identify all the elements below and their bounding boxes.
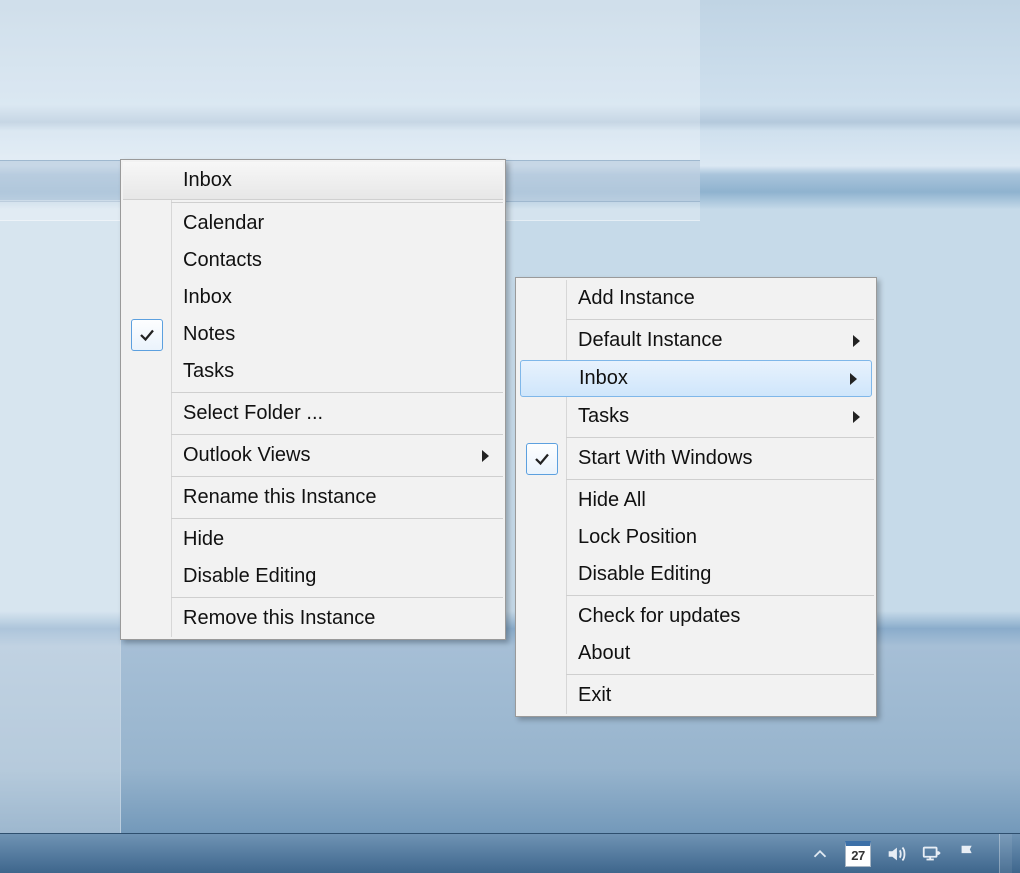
separator (171, 597, 503, 598)
action-center-flag-icon[interactable] (957, 843, 979, 865)
show-desktop-button[interactable] (999, 834, 1012, 873)
separator (171, 476, 503, 477)
menu-item-label: Calendar (183, 212, 264, 234)
menu-item-label: Disable Editing (578, 563, 711, 585)
menu-item-label: About (578, 642, 630, 664)
menu-item-hide[interactable]: Hide (123, 521, 503, 558)
menu-item-label: Inbox (579, 367, 628, 389)
chevron-right-icon (853, 411, 860, 423)
menu-item-label: Hide All (578, 489, 646, 511)
menu-item-start-with-windows[interactable]: Start With Windows (518, 440, 874, 477)
menu-item-about[interactable]: About (518, 635, 874, 672)
menu-item-remove-instance[interactable]: Remove this Instance (123, 600, 503, 637)
taskbar: 27 (0, 833, 1020, 873)
menu-item-label: Select Folder ... (183, 402, 323, 424)
menu-item-inbox-instance[interactable]: Inbox (520, 360, 872, 397)
menu-item-label: Outlook Views (183, 444, 310, 466)
instance-context-menu: Inbox Calendar Contacts Inbox Notes Task… (120, 159, 506, 640)
menu-item-label: Start With Windows (578, 447, 752, 469)
menu-item-calendar[interactable]: Calendar (123, 205, 503, 242)
menu-item-label: Remove this Instance (183, 607, 375, 629)
calendar-tray-icon[interactable]: 27 (845, 841, 871, 867)
show-hidden-icons[interactable] (809, 843, 831, 865)
menu-item-add-instance[interactable]: Add Instance (518, 280, 874, 317)
menu-item-hide-all[interactable]: Hide All (518, 482, 874, 519)
separator (171, 518, 503, 519)
desktop-wallpaper: Inbox Calendar Contacts Inbox Notes Task… (0, 0, 1020, 873)
menu-item-label: Contacts (183, 249, 262, 271)
menu-item-label: Hide (183, 528, 224, 550)
menu-item-rename-instance[interactable]: Rename this Instance (123, 479, 503, 516)
separator (171, 434, 503, 435)
separator (566, 674, 874, 675)
separator (566, 479, 874, 480)
menu-item-label: Check for updates (578, 605, 740, 627)
volume-icon[interactable] (885, 843, 907, 865)
menu-header-inbox: Inbox (123, 162, 503, 200)
menu-item-label: Add Instance (578, 287, 695, 309)
separator (566, 437, 874, 438)
menu-item-label: Rename this Instance (183, 486, 376, 508)
menu-item-notes[interactable]: Notes (123, 316, 503, 353)
menu-item-label: Inbox (183, 286, 232, 308)
menu-item-check-updates[interactable]: Check for updates (518, 598, 874, 635)
tray-context-menu: Add Instance Default Instance Inbox Task… (515, 277, 877, 717)
menu-item-tasks[interactable]: Tasks (123, 353, 503, 390)
menu-item-label: Notes (183, 323, 235, 345)
background-sidebar (0, 200, 121, 840)
menu-item-label: Tasks (578, 405, 629, 427)
menu-item-label: Exit (578, 684, 611, 706)
menu-item-label: Tasks (183, 360, 234, 382)
menu-item-lock-position[interactable]: Lock Position (518, 519, 874, 556)
menu-header-label: Inbox (183, 169, 232, 191)
menu-item-disable-editing[interactable]: Disable Editing (123, 558, 503, 595)
chevron-right-icon (853, 335, 860, 347)
menu-item-label: Disable Editing (183, 565, 316, 587)
check-icon (131, 319, 163, 351)
menu-item-label: Lock Position (578, 526, 697, 548)
separator (566, 319, 874, 320)
menu-item-select-folder[interactable]: Select Folder ... (123, 395, 503, 432)
separator (566, 595, 874, 596)
separator (171, 202, 503, 203)
menu-item-exit[interactable]: Exit (518, 677, 874, 714)
chevron-right-icon (482, 450, 489, 462)
calendar-day-number: 27 (851, 848, 864, 863)
menu-item-disable-editing-all[interactable]: Disable Editing (518, 556, 874, 593)
check-icon (526, 443, 558, 475)
separator (171, 392, 503, 393)
network-icon[interactable] (921, 843, 943, 865)
menu-item-default-instance[interactable]: Default Instance (518, 322, 874, 359)
menu-item-inbox[interactable]: Inbox (123, 279, 503, 316)
menu-item-outlook-views[interactable]: Outlook Views (123, 437, 503, 474)
menu-item-label: Default Instance (578, 329, 723, 351)
menu-item-tasks-instance[interactable]: Tasks (518, 398, 874, 435)
menu-item-contacts[interactable]: Contacts (123, 242, 503, 279)
chevron-right-icon (850, 373, 857, 385)
